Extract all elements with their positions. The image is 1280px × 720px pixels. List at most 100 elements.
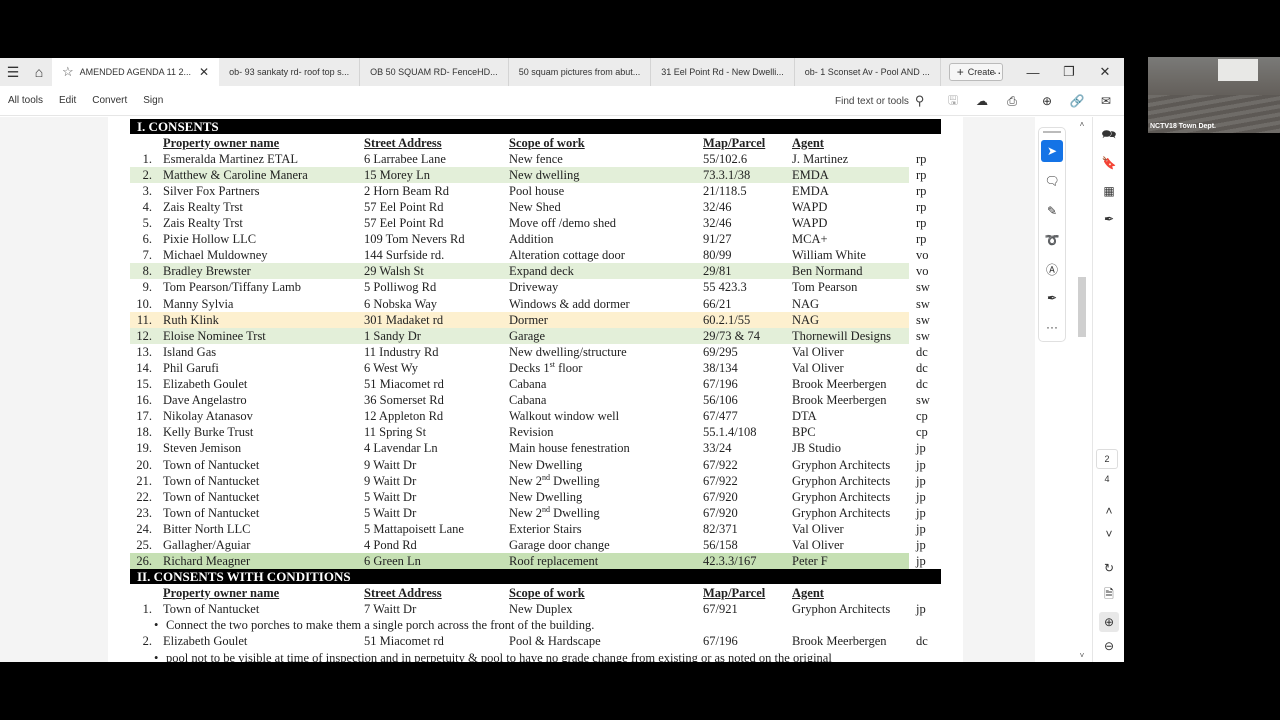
webcam-caption: NCTV18 Town Dept.: [1150, 123, 1216, 130]
cell-owner: Michael Muldowney: [163, 248, 268, 263]
cell-scope: Addition: [509, 232, 554, 247]
cell-init: cp: [916, 425, 928, 440]
cell-num: 24.: [136, 521, 152, 536]
tab-3[interactable]: 50 squam pictures from abut...: [509, 58, 652, 86]
webcam-video-feed: NCTV18 Town Dept.: [1148, 57, 1280, 133]
cell-address: 57 Eel Point Rd: [364, 216, 444, 230]
cell-num: 6.: [142, 232, 152, 247]
tab-1[interactable]: ob- 93 sankaty rd- roof top s...: [219, 58, 361, 86]
bookmarks-icon[interactable]: 🔖: [1099, 153, 1119, 173]
add-comment-icon[interactable]: 🗨: [1041, 170, 1063, 192]
tab-2[interactable]: OB 50 SQUAM RD- FenceHD...: [360, 58, 509, 86]
cell-scope: Windows & add dormer: [509, 296, 630, 311]
cell-map: 55 423.3: [703, 280, 747, 295]
tab-0[interactable]: ☆ AMENDED AGENDA 11 2... ✕: [52, 58, 220, 86]
cell-address: 11 Spring St: [364, 425, 427, 440]
highlight-pen-icon[interactable]: ✎: [1041, 200, 1063, 222]
text-box-icon[interactable]: Ⓐ: [1041, 258, 1063, 280]
page-fit-icon[interactable]: 🗎: [1099, 585, 1119, 605]
email-icon[interactable]: ✉: [1097, 92, 1115, 110]
tabs: ☆ AMENDED AGENDA 11 2... ✕ ob- 93 sankaty r…: [52, 58, 941, 86]
cell-map: 38/134: [703, 360, 738, 375]
cell-agent: Ben Normand: [792, 264, 863, 279]
lasso-draw-icon[interactable]: ➰: [1041, 229, 1063, 251]
cell-num: 18.: [136, 425, 152, 440]
cell-address: 6 West Wy: [364, 360, 419, 375]
cell-scope: Driveway: [509, 280, 559, 295]
close-tab-icon[interactable]: ✕: [199, 65, 209, 79]
save-icon[interactable]: 🖫: [944, 92, 962, 110]
menu-edit[interactable]: Edit: [59, 95, 76, 106]
upload-cloud-icon[interactable]: ☁: [973, 92, 991, 110]
cell-owner: Esmeralda Martinez ETAL: [163, 151, 299, 166]
tab-label: 50 squam pictures from abut...: [518, 67, 641, 77]
cell-num: 12.: [136, 328, 152, 343]
cell-init: sw: [916, 393, 930, 408]
comments-icon[interactable]: 🗪: [1099, 125, 1119, 145]
cell-agent: Gryphon Architects: [792, 505, 891, 520]
cell-address: 5 Waitt Dr: [364, 505, 417, 520]
star-icon[interactable]: ☆: [62, 64, 74, 80]
cell-init: cp: [916, 409, 928, 424]
cell-num: 5.: [142, 216, 152, 230]
table-row: 9. Tom Pearson/Tiffany Lamb 5 Polliwog Rd D…: [130, 279, 941, 295]
cell-init: dc: [916, 634, 928, 648]
restore-button[interactable]: ❐: [1051, 58, 1087, 86]
more-tools-icon[interactable]: ···: [1041, 316, 1063, 338]
print-icon[interactable]: ⎙: [1003, 92, 1021, 110]
table-row: 5. Zais Realty Trst 57 Eel Point Rd Move of…: [130, 215, 941, 231]
menu-sign[interactable]: Sign: [143, 95, 163, 106]
cell-num: 2.: [142, 634, 152, 648]
find-tools-search[interactable]: Find text or tools ⚲: [835, 86, 924, 116]
share-user-icon[interactable]: ⊕: [1038, 92, 1056, 110]
minimize-button[interactable]: —: [1015, 58, 1051, 86]
thumbnails-grid-icon[interactable]: ▦: [1099, 181, 1119, 201]
cell-map: 42.3.3/167: [703, 554, 757, 569]
cell-init: jp: [916, 489, 926, 504]
cell-address: 6 Green Ln: [364, 554, 421, 569]
cell-owner: Town of Nantucket: [163, 601, 260, 616]
table-row: 2. Elizabeth Goulet 51 Miacomet rd Pool & H…: [130, 633, 941, 649]
cell-init: dc: [916, 360, 928, 375]
sign-pen-icon[interactable]: ✒: [1099, 209, 1119, 229]
scroll-down-icon[interactable]: ˅: [1077, 651, 1087, 660]
more-options-icon[interactable]: ···: [977, 58, 1013, 86]
scrollbar-thumb[interactable]: [1078, 277, 1086, 337]
zoom-in-icon[interactable]: ⊕: [1099, 612, 1119, 632]
select-cursor-icon[interactable]: ➤: [1041, 140, 1063, 162]
menu-all-tools[interactable]: All tools: [8, 95, 43, 106]
tab-5[interactable]: ob- 1 Sconset Av - Pool AND ...: [795, 58, 941, 86]
drag-handle[interactable]: [1043, 131, 1061, 133]
cell-agent: J. Martinez: [792, 151, 849, 166]
fill-sign-icon[interactable]: ✒: [1041, 287, 1063, 309]
hamburger-menu-icon[interactable]: ☰: [0, 58, 26, 86]
menu-convert[interactable]: Convert: [92, 95, 127, 106]
cell-address: 5 Polliwog Rd: [364, 280, 437, 295]
cell-address: 9 Waitt Dr: [364, 473, 417, 488]
vertical-scrollbar[interactable]: ˄ ˅: [1077, 117, 1087, 662]
cell-num: 10.: [136, 296, 152, 311]
header-scope: Scope of work: [509, 585, 585, 600]
previous-page-icon[interactable]: ˄: [1099, 501, 1119, 521]
current-page-input[interactable]: 2: [1096, 449, 1118, 469]
home-icon[interactable]: ⌂: [26, 58, 52, 86]
cell-owner: Steven Jemison: [163, 441, 242, 456]
cell-scope: New Dwelling: [509, 457, 583, 472]
scroll-up-icon[interactable]: ˄: [1077, 120, 1087, 129]
link-icon[interactable]: 🔗: [1068, 92, 1086, 110]
cell-init: sw: [916, 296, 930, 311]
close-window-button[interactable]: ✕: [1087, 58, 1123, 86]
right-side-panel: 🗪 🔖 ▦ ✒ ˄ ˅ ↻ 🗎 ⊕ ⊖: [1092, 117, 1124, 662]
cell-map: 60.2.1/55: [703, 312, 751, 327]
zoom-out-icon[interactable]: ⊖: [1099, 636, 1119, 656]
refresh-icon[interactable]: ↻: [1099, 558, 1119, 578]
table-row: 21. Town of Nantucket 9 Waitt Dr New 2nd Dw…: [130, 473, 941, 489]
table-row: 3. Silver Fox Partners 2 Horn Beam Rd Pool …: [130, 183, 941, 199]
next-page-icon[interactable]: ˅: [1099, 524, 1119, 544]
cell-init: rp: [916, 167, 927, 182]
cell-address: 57 Eel Point Rd: [364, 199, 444, 214]
tab-4[interactable]: 31 Eel Point Rd - New Dwelli...: [651, 58, 795, 86]
cell-scope: Cabana: [509, 377, 547, 391]
cell-owner: Tom Pearson/Tiffany Lamb: [163, 280, 302, 295]
cell-map: 67/920: [703, 505, 738, 520]
